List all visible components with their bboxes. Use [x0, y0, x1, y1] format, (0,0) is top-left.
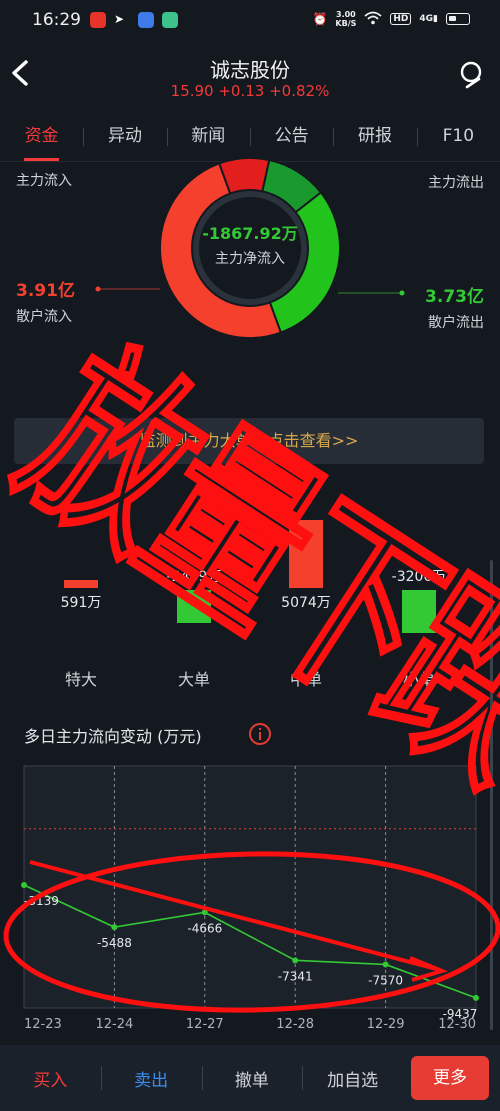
order-bar-2: [289, 520, 323, 588]
trend-point-3: [292, 957, 299, 964]
order-category-2: 中单: [289, 670, 322, 689]
tab-f10[interactable]: F10: [416, 112, 500, 161]
order-value-0: 591万: [60, 595, 102, 611]
order-category-3: 小单: [402, 670, 435, 689]
big-order-notice[interactable]: 监测到主力大单，点击查看>>: [14, 418, 484, 464]
chat-app-icon: [138, 12, 154, 28]
order-category-1: 大单: [177, 670, 210, 689]
cancel-order-button[interactable]: 撤单: [201, 1065, 303, 1091]
order-value-3: -3206万: [391, 569, 447, 585]
telegram-icon: ➤: [114, 12, 125, 26]
app-notification-icon: [90, 12, 106, 28]
net-inflow-value: -1867.92万: [202, 224, 298, 243]
tab-news[interactable]: 新闻: [166, 112, 250, 161]
tab-abnormal[interactable]: 异动: [83, 112, 166, 161]
signal-icon: 4G▮: [419, 14, 438, 24]
add-watchlist-button[interactable]: 加自选: [302, 1065, 403, 1091]
info-icon[interactable]: [248, 722, 272, 746]
x-tick-1: 12-24: [96, 1017, 134, 1032]
wifi-icon: [364, 11, 382, 28]
hd-badge: HD: [390, 13, 412, 25]
trend-chart: -3139-5488-4666-7341 -7570-943712-23 12-24…: [21, 765, 479, 1032]
sell-button[interactable]: 卖出: [100, 1065, 202, 1091]
order-bar-3: [402, 590, 436, 633]
more-button[interactable]: 更多: [411, 1056, 489, 1100]
tab-research[interactable]: 研报: [333, 112, 416, 161]
tab-bar: 资金 异动 新闻 公告 研报 F10: [0, 112, 500, 162]
alarm-icon: ⏰: [312, 12, 328, 26]
battery-icon: [446, 13, 470, 25]
trend-plot-area: [23, 765, 477, 1009]
trend-point-4: [382, 961, 389, 968]
net-inflow-label: 主力净流入: [215, 251, 285, 267]
order-size-chart: 591万特大 -2459万 大单 5074万中单 -3206万 小单: [0, 480, 500, 690]
buy-button[interactable]: 买入: [0, 1066, 101, 1091]
order-category-0: 特大: [64, 670, 97, 689]
status-bar: 16:29 ➤ ⏰ 3.00 KB/S HD 4G▮: [0, 0, 500, 42]
trend-point-0: [21, 882, 27, 889]
x-tick-2: 12-27: [186, 1017, 224, 1032]
x-tick-0: 12-23: [24, 1017, 62, 1032]
x-tick-4: 12-29: [367, 1017, 405, 1032]
order-value-1: -2459万: [166, 569, 222, 585]
network-speed: 3.00 KB/S: [335, 10, 357, 28]
trend-label-3: -7341: [278, 969, 313, 983]
notification-icons: ➤: [90, 12, 178, 28]
status-time: 16:29: [32, 10, 81, 30]
x-tick-5: 12-30: [438, 1017, 476, 1032]
trend-label-1: -5488: [97, 936, 132, 950]
order-value-2: 5074万: [281, 595, 331, 611]
order-bar-0: [64, 580, 98, 588]
stock-quote: 15.90 +0.13 +0.82%: [170, 82, 330, 100]
stock-header: 诚志股份 15.90 +0.13 +0.82%: [0, 42, 500, 106]
trend-label-0: -3139: [24, 894, 59, 908]
x-tick-3: 12-28: [276, 1017, 314, 1032]
tab-announcements[interactable]: 公告: [249, 112, 333, 161]
trend-title: 多日主力流向变动 (万元): [24, 727, 202, 746]
trend-point-5: [473, 994, 479, 1001]
bottom-action-bar: 买入 卖出 撤单 加自选 更多: [0, 1045, 500, 1111]
stock-name: 诚志股份: [210, 58, 290, 82]
search-icon[interactable]: [458, 60, 488, 90]
trend-label-4: -7570: [368, 973, 403, 987]
message-app-icon: [162, 12, 178, 28]
trend-label-2: -4666: [187, 921, 222, 935]
scrollbar[interactable]: [490, 560, 493, 1030]
trend-point-1: [111, 924, 118, 931]
tab-capital[interactable]: 资金: [0, 112, 83, 161]
trend-point-2: [201, 909, 208, 916]
order-bar-1: [177, 590, 211, 623]
status-indicators: ⏰ 3.00 KB/S HD 4G▮: [312, 10, 470, 28]
